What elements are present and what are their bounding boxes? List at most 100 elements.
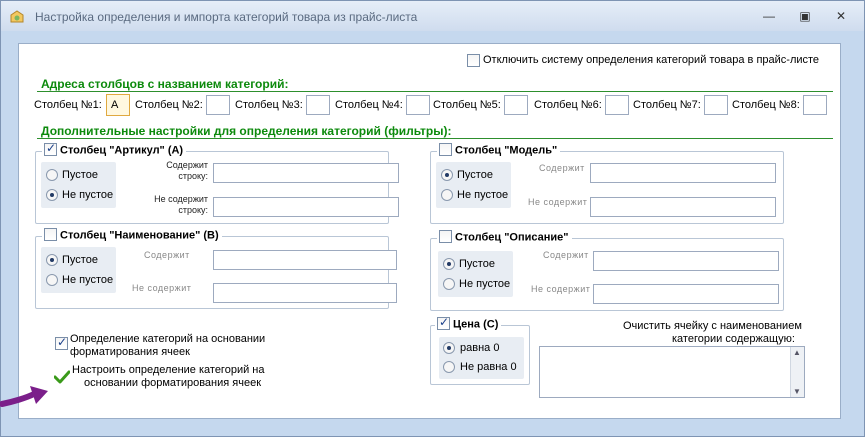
article-group-legend: Столбец "Артикул" (A) [42, 141, 187, 158]
description-not-empty-label: Не пустое [459, 278, 511, 290]
name-group: Столбец "Наименование" (B) Пустое Не пус… [35, 228, 397, 309]
description-contains-input[interactable] [593, 251, 779, 271]
clear-cell-label-line2: категории содержащую: [672, 333, 795, 345]
description-empty-label: Пустое [459, 258, 495, 270]
format-detection-label-line1: Определение категорий на основании [70, 333, 266, 345]
name-empty-label: Пустое [62, 254, 98, 266]
article-radio-group: Пустое Не пустое [41, 162, 116, 208]
description-checkbox[interactable] [439, 230, 452, 243]
column-2-input[interactable] [206, 95, 230, 115]
configure-format-link-line1[interactable]: Настроить определение категорий на [72, 364, 264, 376]
name-empty-radio[interactable] [46, 254, 58, 266]
column-8-input[interactable] [803, 95, 827, 115]
app-icon [10, 10, 24, 23]
column-1-label: Столбец №1: [34, 99, 102, 111]
description-group: Столбец "Описание" Пустое Не пустое Соде… [430, 230, 784, 311]
description-group-legend: Столбец "Описание" [437, 230, 572, 245]
configure-format-link-line2[interactable]: основании форматирования ячеек [84, 377, 261, 389]
column-7-label: Столбец №7: [633, 99, 701, 111]
model-checkbox[interactable] [439, 143, 452, 156]
model-legend-label: Столбец "Модель" [455, 144, 558, 157]
price-checkbox[interactable] [437, 315, 450, 330]
column-4-input[interactable] [406, 95, 430, 115]
model-empty-radio[interactable] [441, 169, 453, 181]
article-checkbox[interactable] [44, 141, 57, 156]
scroll-down-icon[interactable]: ▼ [793, 387, 801, 396]
addresses-divider [37, 91, 833, 92]
price-not-equal-zero-radio[interactable] [443, 361, 455, 373]
article-not-empty-label: Не пустое [62, 189, 114, 201]
article-legend-label: Столбец "Артикул" (A) [60, 144, 184, 157]
column-4-label: Столбец №4: [335, 99, 403, 111]
article-not-empty-radio[interactable] [46, 189, 58, 201]
column-5-label: Столбец №5: [433, 99, 501, 111]
article-group: Столбец "Артикул" (A) Пустое Не пустое С… [35, 141, 399, 224]
price-group: Цена (C) равна 0 Не равна 0 [430, 315, 530, 385]
model-not-contains-input[interactable] [590, 197, 776, 217]
model-not-empty-label: Не пустое [457, 189, 509, 201]
addresses-section-title: Адреса столбцов с названием категорий: [41, 77, 289, 91]
disable-system-label: Отключить систему определения категорий … [483, 54, 820, 66]
settings-panel: Отключить систему определения категорий … [18, 43, 841, 419]
article-contains-label: Содержит строку: [166, 160, 208, 181]
name-not-contains-label: Не содержит [132, 283, 192, 293]
window-title: Настройка определения и импорта категори… [35, 10, 418, 24]
price-legend-label: Цена (C) [453, 318, 499, 331]
name-not-contains-input[interactable] [213, 283, 397, 303]
filters-section-title: Дополнительные настройки для определения… [41, 124, 452, 138]
model-contains-label: Содержит [539, 163, 585, 173]
model-radio-group: Пустое Не пустое [436, 162, 511, 208]
name-not-empty-radio[interactable] [46, 274, 58, 286]
format-detection-label-line2: форматирования ячеек [70, 346, 190, 358]
name-group-legend: Столбец "Наименование" (B) [42, 228, 222, 243]
clear-cell-label-line1: Очистить ячейку с наименованием [623, 320, 802, 332]
annotation-arrow-icon [0, 386, 48, 407]
model-contains-input[interactable] [590, 163, 776, 183]
column-1-input[interactable]: A [106, 94, 130, 116]
column-6-input[interactable] [605, 95, 629, 115]
description-contains-label: Содержит [543, 250, 589, 260]
clear-cell-textarea[interactable]: ▲ ▼ [539, 346, 805, 398]
minimize-button[interactable]: — [755, 7, 783, 25]
clear-cell-scrollbar[interactable]: ▲ ▼ [790, 347, 804, 397]
name-contains-input[interactable] [213, 250, 397, 270]
column-3-label: Столбец №3: [235, 99, 303, 111]
title-bar: Настройка определения и импорта категори… [1, 1, 864, 31]
model-group-legend: Столбец "Модель" [437, 143, 561, 158]
article-empty-label: Пустое [62, 169, 98, 181]
checkmark-icon [54, 370, 70, 384]
model-not-contains-label: Не содержит [528, 197, 588, 207]
column-2-label: Столбец №2: [135, 99, 203, 111]
maximize-button[interactable]: ▣ [791, 7, 819, 25]
close-button[interactable]: ✕ [827, 7, 855, 25]
description-legend-label: Столбец "Описание" [455, 231, 569, 244]
description-radio-group: Пустое Не пустое [438, 251, 513, 297]
model-group: Столбец "Модель" Пустое Не пустое Содерж… [430, 143, 784, 224]
format-detection-checkbox[interactable] [55, 335, 68, 350]
disable-system-checkbox[interactable] [467, 54, 480, 67]
name-legend-label: Столбец "Наименование" (B) [60, 229, 219, 242]
price-group-legend: Цена (C) [435, 315, 502, 332]
model-empty-label: Пустое [457, 169, 493, 181]
article-contains-input[interactable] [213, 163, 399, 183]
column-5-input[interactable] [504, 95, 528, 115]
description-not-empty-radio[interactable] [443, 278, 455, 290]
article-empty-radio[interactable] [46, 169, 58, 181]
column-7-input[interactable] [704, 95, 728, 115]
price-not-equal-zero-label: Не равна 0 [460, 361, 517, 373]
description-empty-radio[interactable] [443, 258, 455, 270]
article-not-contains-input[interactable] [213, 197, 399, 217]
article-not-contains-label: Не содержит строку: [154, 194, 208, 215]
column-6-label: Столбец №6: [534, 99, 602, 111]
model-not-empty-radio[interactable] [441, 189, 453, 201]
column-8-label: Столбец №8: [732, 99, 800, 111]
scroll-up-icon[interactable]: ▲ [793, 348, 801, 357]
price-equal-zero-radio[interactable] [443, 342, 455, 354]
price-equal-zero-label: равна 0 [460, 342, 500, 354]
column-3-input[interactable] [306, 95, 330, 115]
name-contains-label: Содержит [144, 250, 190, 260]
filters-divider [37, 138, 833, 139]
name-checkbox[interactable] [44, 228, 57, 241]
description-not-contains-input[interactable] [593, 284, 779, 304]
name-radio-group: Пустое Не пустое [41, 247, 116, 293]
